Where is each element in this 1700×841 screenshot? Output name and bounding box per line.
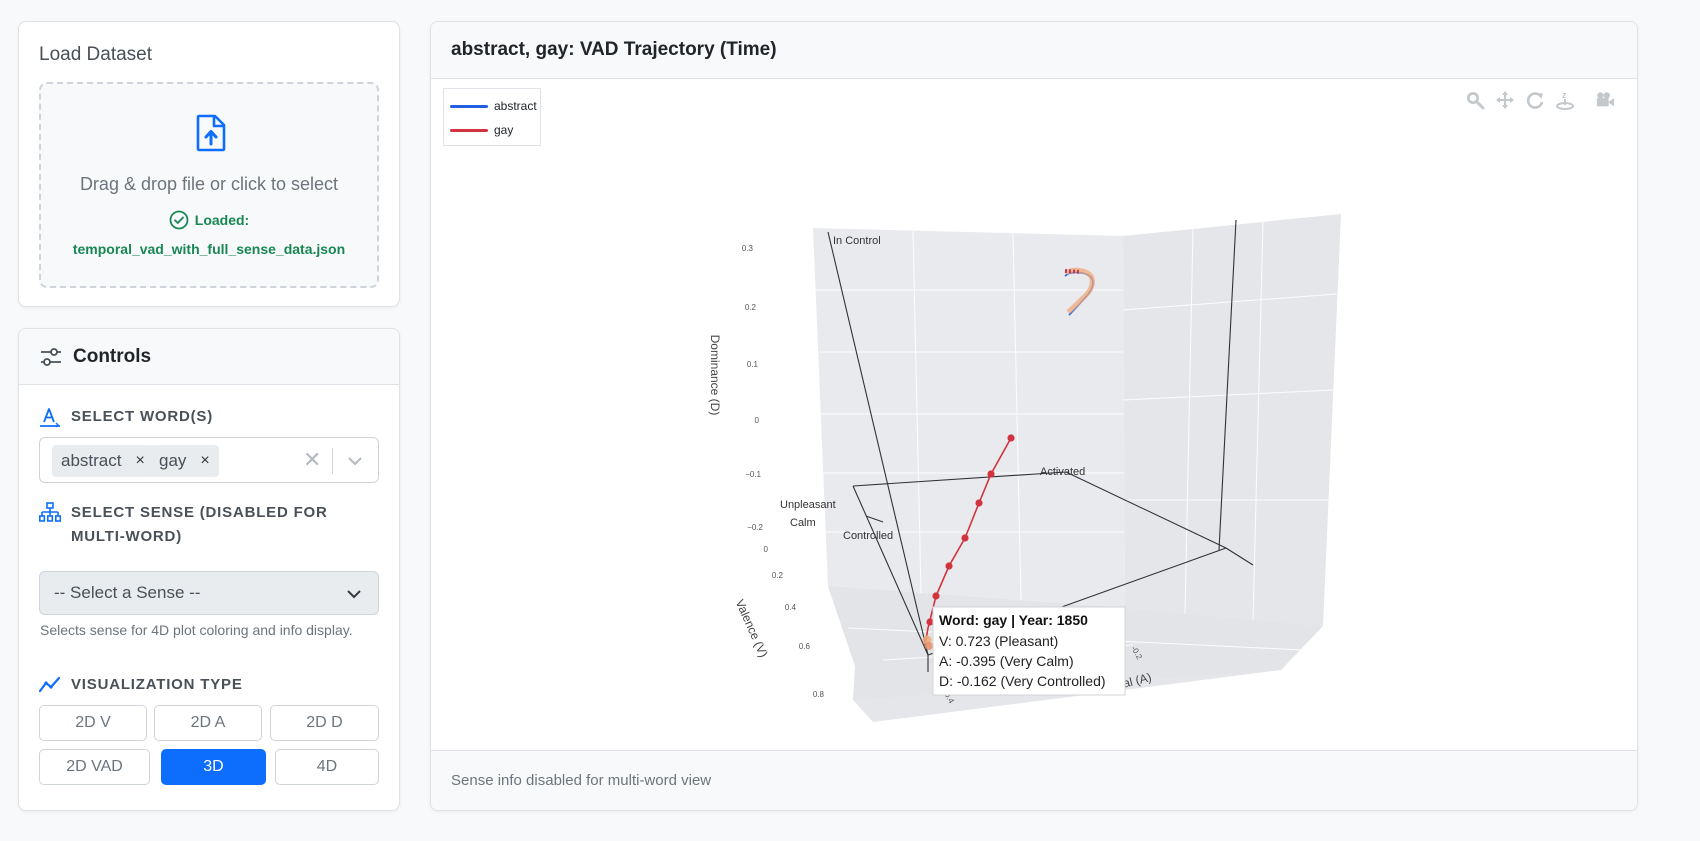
file-upload-icon xyxy=(196,114,226,152)
sense-info-text: Sense info disabled for multi-word view xyxy=(451,772,712,789)
plot-area[interactable]: abstract gay z Dominance (D) Valence (V)… xyxy=(443,80,1627,752)
plot-header: abstract, gay: VAD Trajectory (Time) xyxy=(431,22,1637,79)
vad-3d-scene[interactable]: Dominance (D) Valence (V) Arousal (A) In… xyxy=(443,80,1627,752)
sliders-icon xyxy=(41,347,61,366)
calm-label: Calm xyxy=(790,517,816,529)
chip-label: abstract xyxy=(61,451,122,470)
viz-2d-vad-button[interactable]: 2D VAD xyxy=(39,749,150,785)
gay-point[interactable] xyxy=(945,562,953,570)
select-words-label-text: SELECT WORD(S) xyxy=(71,408,214,425)
gay-point[interactable] xyxy=(961,534,969,542)
word-multiselect[interactable]: abstract × gay × ✕ xyxy=(39,437,379,483)
controls-card: Controls SELECT WORD(S) abstract × gay ×… xyxy=(18,328,400,811)
d-tick: 0.1 xyxy=(747,360,759,369)
v-tick: 0 xyxy=(764,545,769,554)
visualization-type-label-text: VISUALIZATION TYPE xyxy=(71,676,243,693)
controls-header: Controls xyxy=(19,329,399,385)
select-words-label: SELECT WORD(S) xyxy=(39,405,213,429)
chip-label: gay xyxy=(159,451,187,470)
viz-4d-button[interactable]: 4D xyxy=(275,749,379,785)
controls-title: Controls xyxy=(73,345,152,367)
viz-2d-d-button[interactable]: 2D D xyxy=(270,705,379,741)
unpleasant-label: Unpleasant xyxy=(780,499,836,511)
plot-title: abstract, gay: VAD Trajectory (Time) xyxy=(451,39,777,60)
scene-back-wall xyxy=(813,228,1125,608)
loaded-status: Loaded: xyxy=(41,210,377,230)
loaded-label: Loaded: xyxy=(194,212,250,228)
dominance-axis-title: Dominance (D) xyxy=(708,335,722,416)
scene-right-wall xyxy=(1123,214,1341,626)
sense-help-text: Selects sense for 4D plot coloring and i… xyxy=(40,622,353,638)
controlled-label: Controlled xyxy=(843,530,893,542)
gay-point[interactable] xyxy=(1007,434,1015,442)
file-dropzone[interactable]: Drag & drop file or click to select Load… xyxy=(39,82,379,288)
valence-axis-title: Valence (V) xyxy=(733,597,771,659)
clear-selection-button[interactable]: ✕ xyxy=(303,447,321,473)
gay-point[interactable] xyxy=(975,499,983,507)
sense-select-value: -- Select a Sense -- xyxy=(54,583,201,602)
sitemap-icon xyxy=(39,502,61,522)
select-divider xyxy=(332,448,333,474)
hover-tooltip: Word: gay | Year: 1850 V: 0.723 (Pleasan… xyxy=(932,606,1126,696)
loaded-filename: temporal_vad_with_full_sense_data.json xyxy=(72,241,346,257)
select-sense-label: SELECT SENSE (DISABLED FOR MULTI-WORD) xyxy=(39,501,379,549)
tooltip-dominance: D: -0.162 (Very Controlled) xyxy=(939,673,1106,689)
chevron-down-icon[interactable] xyxy=(344,450,366,472)
viz-3d-button[interactable]: 3D xyxy=(161,749,266,785)
word-chip-abstract: abstract × xyxy=(52,445,154,477)
remove-chip-gay-button[interactable]: × xyxy=(200,452,209,470)
v-tick: 0.6 xyxy=(799,642,811,651)
chevron-down-icon xyxy=(347,590,361,599)
v-tick: 0.2 xyxy=(772,571,784,580)
word-chip-gay: gay × xyxy=(150,445,219,477)
plot-card: abstract, gay: VAD Trajectory (Time) abs… xyxy=(430,21,1638,811)
v-tick: 0.4 xyxy=(785,603,797,612)
gay-point-cluster[interactable] xyxy=(925,642,933,650)
viz-2d-a-button[interactable]: 2D A xyxy=(154,705,262,741)
tooltip-title: Word: gay | Year: 1850 xyxy=(939,612,1088,628)
font-icon xyxy=(40,408,60,428)
check-circle-icon xyxy=(169,210,189,230)
plot-footer: Sense info disabled for multi-word view xyxy=(431,750,1637,810)
v-tick: 0.8 xyxy=(813,690,825,699)
chart-line-icon xyxy=(39,676,61,693)
visualization-type-label: VISUALIZATION TYPE xyxy=(39,673,243,697)
d-tick: 0.3 xyxy=(742,244,754,253)
viz-2d-v-button[interactable]: 2D V xyxy=(39,705,147,741)
d-tick: 0.2 xyxy=(745,303,757,312)
load-dataset-card: Load Dataset Drag & drop file or click t… xyxy=(18,21,400,307)
load-dataset-title: Load Dataset xyxy=(39,44,153,65)
select-sense-label-text: SELECT SENSE (DISABLED FOR MULTI-WORD) xyxy=(71,504,328,545)
remove-chip-abstract-button[interactable]: × xyxy=(135,452,144,470)
activated-label: Activated xyxy=(1040,466,1085,478)
d-tick: 0 xyxy=(755,416,760,425)
in-control-label: In Control xyxy=(833,235,881,247)
gay-point[interactable] xyxy=(987,470,995,478)
gay-point[interactable] xyxy=(932,592,940,600)
dropzone-instructions: Drag & drop file or click to select xyxy=(79,174,339,194)
d-tick: −0.2 xyxy=(747,523,763,532)
d-tick: −0.1 xyxy=(745,470,761,479)
tooltip-arousal: A: -0.395 (Very Calm) xyxy=(939,653,1074,669)
tooltip-valence: V: 0.723 (Pleasant) xyxy=(939,633,1058,649)
sense-select[interactable]: -- Select a Sense -- xyxy=(39,571,379,615)
